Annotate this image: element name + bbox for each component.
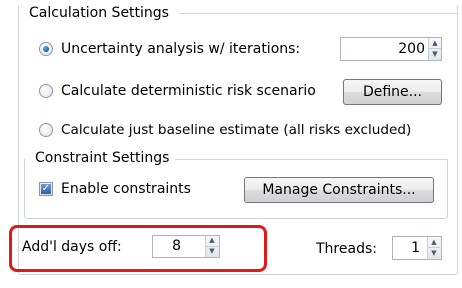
- uncertainty-analysis-label: Uncertainty analysis w/ iterations:: [61, 41, 301, 57]
- increment-arrow-icon[interactable]: ▲: [428, 237, 440, 248]
- enable-constraints-label: Enable constraints: [61, 181, 191, 197]
- threads-spin-buttons: ▲ ▼: [427, 237, 441, 259]
- radio-uncertainty-analysis[interactable]: [39, 42, 53, 56]
- iterations-value[interactable]: 200: [341, 39, 425, 59]
- threads-value[interactable]: 1: [393, 238, 420, 258]
- radio-selected-dot: [43, 46, 49, 52]
- decrement-arrow-icon[interactable]: ▼: [429, 49, 441, 60]
- deterministic-scenario-label: Calculate deterministic risk scenario: [61, 83, 316, 99]
- decrement-arrow-icon[interactable]: ▼: [428, 248, 440, 259]
- threads-spinner[interactable]: 1 ▲ ▼: [392, 236, 442, 260]
- calculation-settings-title: Calculation Settings: [26, 5, 172, 21]
- group-divider: [175, 159, 448, 160]
- constraint-settings-title: Constraint Settings: [33, 150, 172, 166]
- group-divider: [180, 13, 458, 14]
- checkmark-icon: ✓: [41, 183, 51, 194]
- increment-arrow-icon[interactable]: ▲: [429, 38, 441, 49]
- threads-label: Threads:: [316, 241, 377, 257]
- baseline-estimate-label: Calculate just baseline estimate (all ri…: [61, 122, 412, 138]
- define-button[interactable]: Define...: [343, 79, 442, 105]
- radio-deterministic-scenario[interactable]: [39, 84, 53, 98]
- radio-baseline-estimate[interactable]: [39, 123, 53, 137]
- iterations-spinner[interactable]: 200 ▲ ▼: [340, 37, 442, 61]
- manage-constraints-button[interactable]: Manage Constraints...: [244, 177, 434, 203]
- highlight-annotation: [9, 225, 267, 272]
- enable-constraints-checkbox[interactable]: ✓: [39, 182, 53, 196]
- iterations-spin-buttons: ▲ ▼: [428, 38, 441, 60]
- deterministic-label-clip: Calculate deterministic risk scenario: [61, 82, 343, 102]
